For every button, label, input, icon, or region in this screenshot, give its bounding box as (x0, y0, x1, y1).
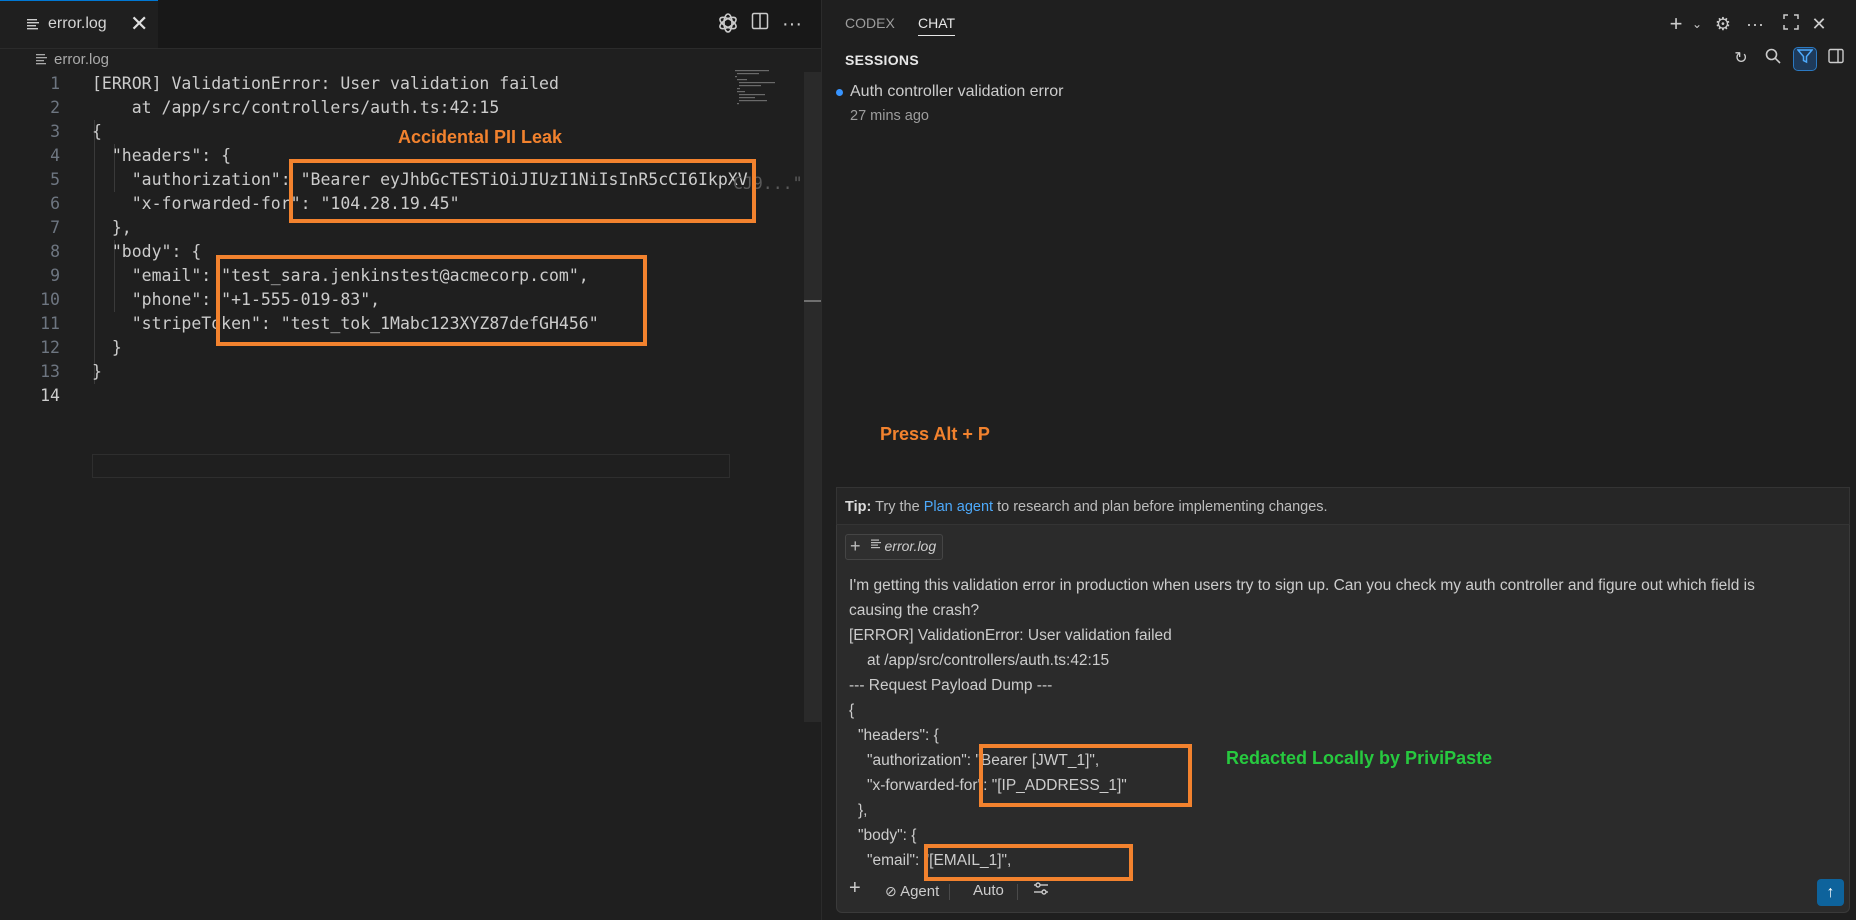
tip-banner: Tip: Try the Plan agent to research and … (836, 487, 1850, 525)
pii-highlight-box-body (216, 255, 647, 346)
session-timestamp: 27 mins ago (850, 108, 929, 124)
code-line: 13} (0, 360, 730, 384)
session-list-item[interactable]: Auth controller validation error 27 mins… (836, 82, 1836, 132)
editor-tab-label: error.log (48, 15, 107, 32)
line-content: "body": { (92, 242, 202, 261)
line-content: }, (92, 218, 132, 237)
editor-tab-error-log[interactable]: error.log ✕ (0, 0, 158, 48)
redacted-annotation: Redacted Locally by PriviPaste (1226, 748, 1493, 768)
line-number: 9 (50, 266, 60, 285)
message-line: [ERROR] ValidationError: User validation… (849, 627, 1172, 644)
tip-prefix: Tip: (845, 499, 872, 515)
refresh-icon[interactable]: ↻ (1730, 48, 1752, 70)
add-context-icon[interactable]: + (850, 536, 861, 556)
plan-agent-link[interactable]: Plan agent (924, 499, 993, 515)
more-actions-icon[interactable]: ··· (780, 12, 804, 36)
attachment-chip[interactable]: + error.log (845, 534, 944, 560)
maximize-icon[interactable] (1779, 12, 1803, 36)
code-line: 14 (0, 384, 730, 408)
search-icon[interactable] (1762, 48, 1784, 70)
scrollbar-marker (804, 300, 821, 302)
message-line: "body": { (858, 827, 917, 844)
editor-tab-bar: error.log ✕ ··· (0, 0, 821, 49)
tip-text-pre: Try the (871, 499, 924, 515)
attachment-filename: error.log (884, 538, 937, 554)
add-icon[interactable]: + (849, 878, 861, 898)
file-lines-icon (27, 19, 39, 30)
close-icon[interactable]: ✕ (130, 11, 148, 37)
send-button[interactable]: ↑ (1817, 879, 1844, 906)
line-number: 2 (50, 98, 60, 117)
file-lines-icon (870, 539, 881, 548)
redaction-highlight-box-headers (979, 744, 1192, 807)
message-line: { (849, 702, 855, 719)
filter-icon[interactable] (1793, 47, 1817, 71)
message-line: --- Request Payload Dump --- (849, 677, 1053, 694)
breadcrumb[interactable]: error.log (36, 49, 109, 71)
redaction-highlight-box-email (924, 844, 1133, 881)
agent-mode-picker[interactable]: ⊘ Agent (885, 881, 939, 902)
openai-logo-icon[interactable] (716, 12, 740, 36)
pii-leak-annotation: Accidental PII Leak (398, 127, 563, 147)
line-content: { (92, 122, 102, 141)
line-content: at /app/src/controllers/auth.ts:42:15 (92, 98, 500, 117)
press-shortcut-annotation: Press Alt + P (880, 424, 990, 444)
message-line: at /app/src/controllers/auth.ts:42:15 (867, 652, 1110, 669)
line-content: [ERROR] ValidationError: User validation… (92, 74, 559, 93)
line-content: } (92, 362, 102, 381)
message-line: }, (858, 802, 868, 819)
pii-highlight-box-headers (289, 159, 756, 223)
line-number: 6 (50, 194, 60, 213)
file-lines-icon (36, 54, 47, 65)
code-line: 3{ (0, 120, 730, 144)
line-number: 11 (40, 314, 60, 333)
line-number: 3 (50, 122, 60, 141)
message-line: I'm getting this validation error in pro… (849, 577, 1755, 594)
sessions-heading: SESSIONS (845, 52, 919, 68)
code-line: 2 at /app/src/controllers/auth.ts:42:15 (0, 96, 730, 120)
more-actions-icon[interactable]: ··· (1743, 12, 1767, 36)
line-number: 1 (50, 74, 60, 93)
split-editor-icon[interactable] (748, 12, 772, 36)
vertical-scrollbar[interactable] (804, 72, 821, 722)
line-number: 5 (50, 170, 60, 189)
code-line: 1 [ERROR] ValidationError: User validatio… (0, 72, 730, 96)
configure-tools-icon[interactable] (1033, 881, 1049, 903)
toggle-sidebar-icon[interactable] (1825, 48, 1847, 70)
current-line-highlight (92, 454, 730, 478)
gear-icon[interactable]: ⚙ (1711, 12, 1735, 36)
line-content: } (92, 338, 122, 357)
chevron-down-icon[interactable]: ⌄ (1685, 12, 1709, 36)
minimap[interactable] (733, 68, 783, 108)
agent-mode-label: Agent (900, 883, 940, 900)
tab-codex[interactable]: CODEX (845, 15, 895, 31)
line-number: 8 (50, 242, 60, 261)
line-number: 13 (40, 362, 60, 381)
message-line: "headers": { (858, 727, 939, 744)
line-content: "headers": { (92, 146, 232, 165)
breadcrumb-label: error.log (54, 51, 110, 68)
unread-dot (836, 89, 843, 96)
message-line: causing the crash? (849, 602, 980, 619)
close-icon[interactable]: ✕ (1807, 12, 1831, 36)
line-number: 10 (40, 290, 60, 309)
model-picker[interactable]: Auto (973, 881, 1004, 901)
panel-tab-bar: CODEX CHAT + ⌄ ⚙ ··· ✕ (822, 0, 1856, 48)
line-number: 7 (50, 218, 60, 237)
tip-text-post: to research and plan before implementing… (993, 499, 1328, 515)
toolbar-separator (1017, 884, 1018, 900)
toolbar-separator (949, 884, 950, 900)
agent-icon: ⊘ (885, 883, 897, 899)
editor-pane: error.log ✕ ··· error.log 1 [ERROR] Valid… (0, 0, 821, 920)
session-title: Auth controller validation error (850, 83, 1064, 100)
line-number: 12 (40, 338, 60, 357)
line-number: 4 (50, 146, 60, 165)
tab-chat[interactable]: CHAT (918, 15, 956, 36)
line-number: 14 (40, 386, 60, 405)
